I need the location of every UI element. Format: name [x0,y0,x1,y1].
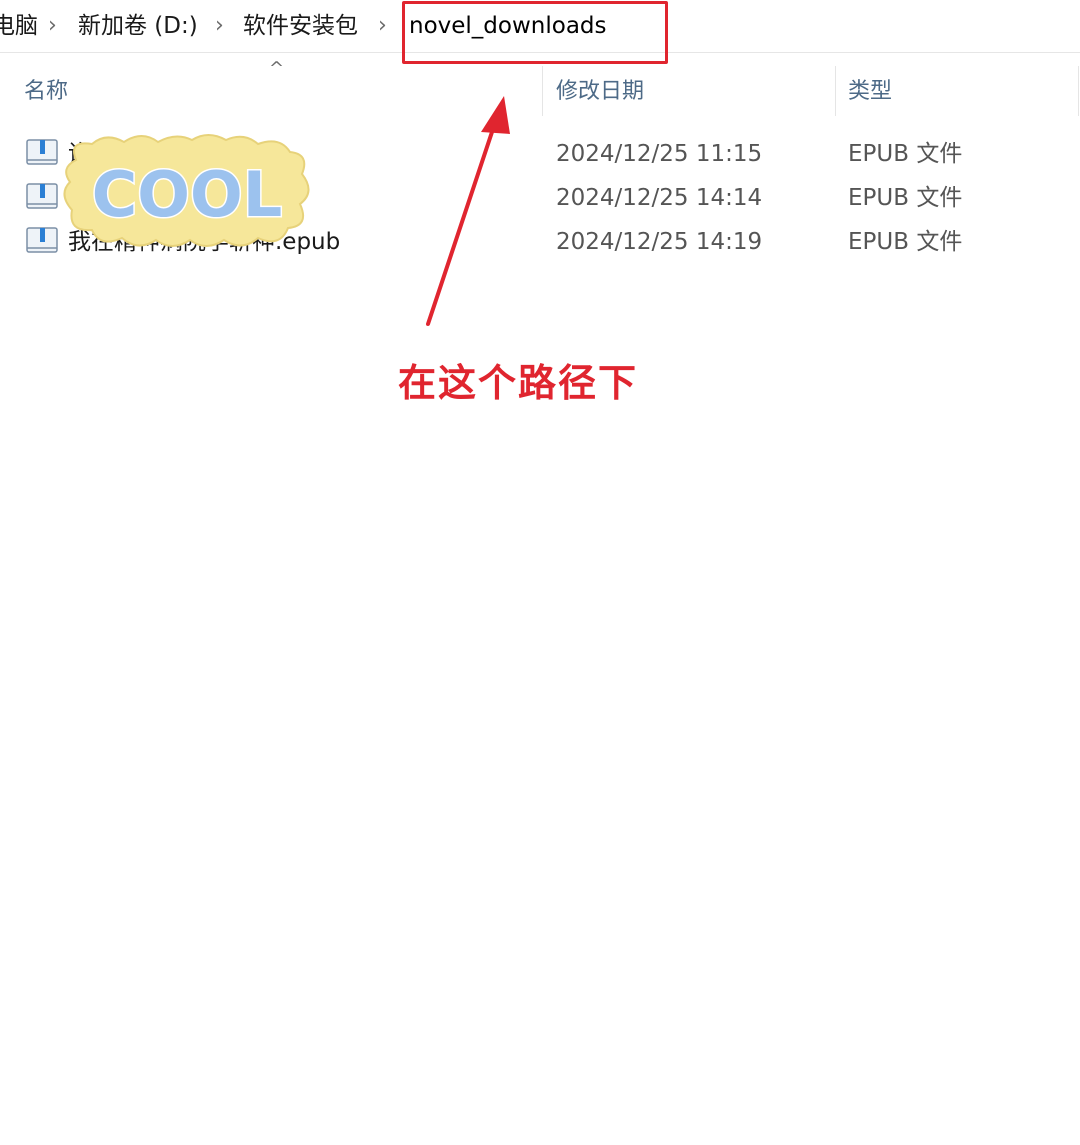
column-divider[interactable] [1078,66,1079,116]
epub-file-icon [26,227,58,253]
cool-sticker: COOL [63,134,310,247]
epub-file-icon [26,183,58,209]
breadcrumb-item-computer[interactable]: 电脑 [0,8,38,44]
sticker-text: COOL [92,158,282,231]
file-modified-date: 2024/12/25 14:19 [556,229,763,255]
column-header-type[interactable]: 类型 [848,74,892,110]
chevron-right-icon[interactable]: › [48,8,57,44]
sort-ascending-icon: ^ [269,58,285,79]
annotation-highlight-box [402,1,668,64]
file-modified-date: 2024/12/25 14:14 [556,185,763,211]
annotation-text: 在这个路径下 [398,361,639,405]
file-type: EPUB 文件 [848,141,963,167]
breadcrumb-item-drive-d[interactable]: 新加卷 (D:) [78,8,198,44]
chevron-right-icon[interactable]: › [215,8,224,44]
file-type: EPUB 文件 [848,229,963,255]
column-divider[interactable] [835,66,836,116]
chevron-right-icon[interactable]: › [378,8,387,44]
column-header-name[interactable]: 名称 [24,74,68,110]
file-type: EPUB 文件 [848,185,963,211]
epub-file-icon [26,139,58,165]
file-modified-date: 2024/12/25 11:15 [556,141,763,167]
file-explorer-window: 电脑 › 新加卷 (D:) › 软件安装包 › novel_downloads … [0,0,1080,1145]
breadcrumb-item-software-folder[interactable]: 软件安装包 [243,8,358,44]
column-divider[interactable] [542,66,543,116]
column-header-date-modified[interactable]: 修改日期 [556,74,644,110]
